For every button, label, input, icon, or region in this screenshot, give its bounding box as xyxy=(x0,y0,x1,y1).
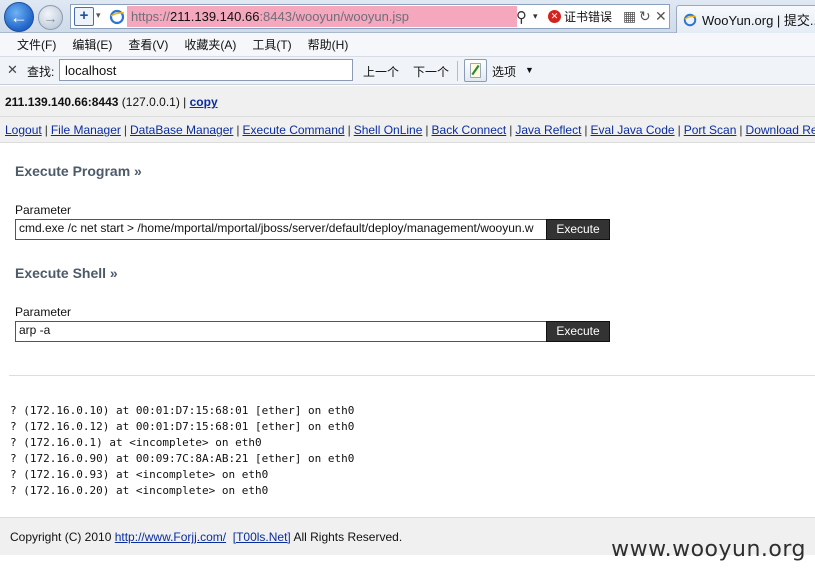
url-host: 211.139.140.66 xyxy=(170,9,260,24)
refresh-icon[interactable]: ↻ xyxy=(639,8,651,25)
find-next-button[interactable]: 下一个 xyxy=(413,63,449,80)
browser-tab[interactable]: WooYun.org | 提交... xyxy=(676,5,815,33)
execute-program-title: Execute Program » xyxy=(15,163,142,179)
compatibility-view-icon[interactable]: ▦ xyxy=(623,8,636,25)
execute-program-form: cmd.exe /c net start > /home/mportal/mpo… xyxy=(15,219,610,240)
highlight-pen-icon[interactable] xyxy=(464,59,487,82)
nav-link-execute-command[interactable]: Execute Command xyxy=(243,123,345,137)
wooyun-watermark: www.wooyun.org xyxy=(611,537,806,562)
execute-program-button[interactable]: Execute xyxy=(546,219,610,240)
find-previous-button[interactable]: 上一个 xyxy=(363,63,399,80)
output-line: ? (172.16.0.1) at <incomplete> on eth0 xyxy=(10,436,262,449)
error-icon: ✕ xyxy=(548,10,561,23)
link-separator: | xyxy=(584,123,588,137)
forward-arrow-icon: → xyxy=(43,9,58,26)
link-separator: | xyxy=(739,123,743,137)
forward-button[interactable]: → xyxy=(38,5,63,30)
output-line: ? (172.16.0.90) at 00:09:7C:8A:AB:21 [et… xyxy=(10,452,355,465)
execute-shell-title: Execute Shell » xyxy=(15,265,118,281)
output-divider xyxy=(9,375,815,376)
execute-shell-button[interactable]: Execute xyxy=(546,321,610,342)
output-line: ? (172.16.0.93) at <incomplete> on eth0 xyxy=(10,468,269,481)
menu-file[interactable]: 文件(F) xyxy=(9,36,64,53)
footer-copyright: Copyright (C) 2010 xyxy=(10,530,115,544)
dropdown-arrow-icon[interactable]: ▾ xyxy=(96,10,101,21)
browser-toolbar: ← → + ▾ https://211.139.140.66:8443/wooy… xyxy=(0,0,815,33)
link-separator: | xyxy=(123,123,127,137)
link-separator: | xyxy=(347,123,351,137)
certificate-error-label: 证书错误 xyxy=(564,10,613,24)
link-separator: | xyxy=(44,123,48,137)
find-bar: ✕ 查找: 上一个 下一个 选项 ▼ xyxy=(0,57,815,85)
footer-forjj-link[interactable]: http://www.Forjj.com/ xyxy=(115,530,226,544)
find-label: 查找: xyxy=(27,65,55,79)
menu-bar: 文件(F) 编辑(E) 查看(V) 收藏夹(A) 工具(T) 帮助(H) xyxy=(0,33,815,57)
find-divider xyxy=(457,61,458,81)
nav-link-database-manager[interactable]: DataBase Manager xyxy=(130,123,233,137)
certificate-error-button[interactable]: ✕ 证书错误 xyxy=(548,6,622,27)
ie-page-icon xyxy=(109,9,125,25)
output-line: ? (172.16.0.20) at <incomplete> on eth0 xyxy=(10,484,269,497)
find-input[interactable] xyxy=(59,59,353,81)
tab-title: WooYun.org | 提交... xyxy=(702,13,815,28)
execute-shell-form: arp -a Execute xyxy=(15,321,610,342)
execute-shell-parameter-label: Parameter xyxy=(15,305,72,319)
nav-link-back-connect[interactable]: Back Connect xyxy=(432,123,507,137)
nav-link-file-manager[interactable]: File Manager xyxy=(51,123,121,137)
nav-link-shell-online[interactable]: Shell OnLine xyxy=(354,123,423,137)
footer-rights: All Rights Reserved. xyxy=(290,530,403,544)
options-dropdown-icon[interactable]: ▼ xyxy=(525,65,534,75)
find-options-button[interactable]: 选项 xyxy=(492,63,516,80)
stop-icon[interactable]: ✕ xyxy=(655,8,667,25)
nav-link-port-scan[interactable]: Port Scan xyxy=(684,123,737,137)
menu-help[interactable]: 帮助(H) xyxy=(300,36,357,53)
menu-tools[interactable]: 工具(T) xyxy=(244,36,299,53)
search-dropdown-icon[interactable]: ▾ xyxy=(533,11,538,22)
back-button[interactable]: ← xyxy=(4,2,34,32)
output-line: ? (172.16.0.10) at 00:01:D7:15:68:01 [et… xyxy=(10,404,355,417)
copy-link[interactable]: copy xyxy=(190,95,218,109)
footer-t00ls-link[interactable]: [T00ls.Net] xyxy=(233,530,291,544)
address-bar[interactable]: + ▾ https://211.139.140.66:8443/wooyun/w… xyxy=(70,4,670,29)
close-find-icon[interactable]: ✕ xyxy=(7,62,18,78)
output-line: ? (172.16.0.12) at 00:01:D7:15:68:01 [et… xyxy=(10,420,355,433)
url-field[interactable]: https://211.139.140.66:8443/wooyun/wooyu… xyxy=(127,6,517,27)
execute-program-parameter-label: Parameter xyxy=(15,203,72,217)
link-separator: | xyxy=(509,123,513,137)
url-path: :8443/wooyun/wooyun.jsp xyxy=(259,9,410,24)
link-separator: | xyxy=(425,123,429,137)
link-separator: | xyxy=(236,123,240,137)
command-output: ? (172.16.0.10) at 00:01:D7:15:68:01 [et… xyxy=(10,403,354,499)
add-favorite-icon[interactable]: + xyxy=(74,7,94,26)
nav-link-eval-java-code[interactable]: Eval Java Code xyxy=(591,123,675,137)
ie-tab-icon xyxy=(683,13,697,26)
execute-program-input[interactable]: cmd.exe /c net start > /home/mportal/mpo… xyxy=(15,219,547,240)
nav-link-download-remote-file[interactable]: Download Remote File xyxy=(746,123,815,137)
back-arrow-icon: ← xyxy=(10,6,28,27)
execute-shell-input[interactable]: arp -a xyxy=(15,321,547,342)
url-protocol: https:// xyxy=(131,9,171,24)
menu-edit[interactable]: 编辑(E) xyxy=(64,36,120,53)
link-separator: | xyxy=(677,123,681,137)
search-icon[interactable]: ⚲ xyxy=(516,8,527,26)
host-info-bar: 211.139.140.66:8443 (127.0.0.1) | copy xyxy=(0,86,815,117)
nav-link-java-reflect[interactable]: Java Reflect xyxy=(515,123,581,137)
menu-favorites[interactable]: 收藏夹(A) xyxy=(176,36,244,53)
nav-link-logout[interactable]: Logout xyxy=(5,123,42,137)
host-address: 211.139.140.66:8443 xyxy=(5,95,119,109)
host-ip: (127.0.0.1) | xyxy=(118,95,190,109)
menu-view[interactable]: 查看(V) xyxy=(120,36,176,53)
tool-nav-links: Logout | File Manager | DataBase Manager | Exe… xyxy=(0,117,815,143)
